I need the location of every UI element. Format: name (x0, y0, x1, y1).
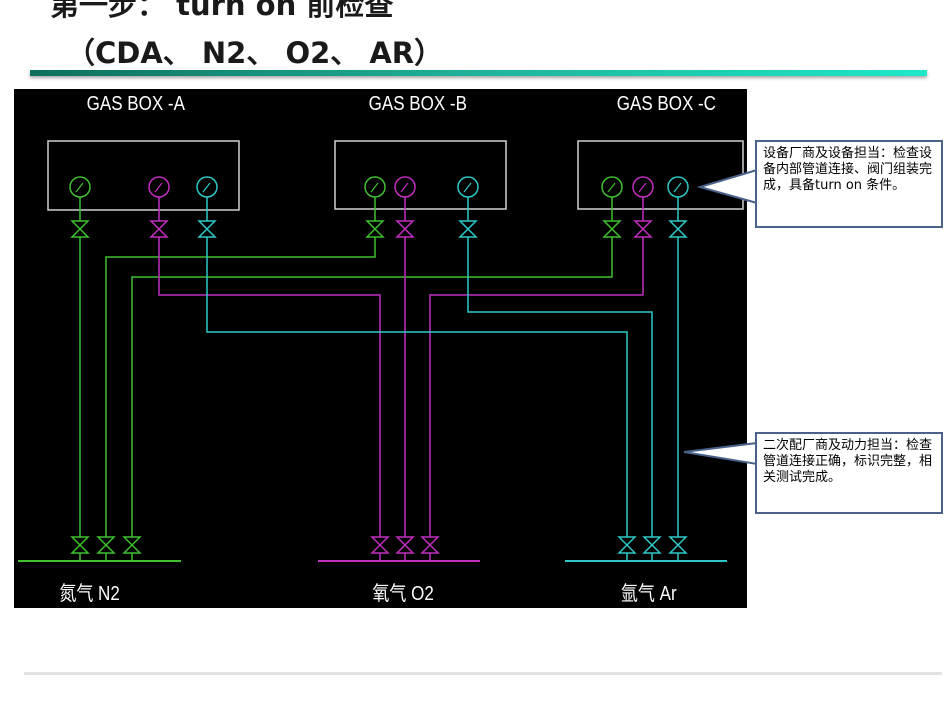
ar-supply-label: 氩气 Ar (620, 583, 677, 605)
valve-icon (668, 220, 688, 238)
callout-equipment-vendor: 设备厂商及设备担当：检查设备内部管道连接、阀门组装完成，具备turn on 条件… (755, 140, 943, 228)
slide-title-line1: 第一步： turn on 前检查 (50, 0, 394, 22)
valve-icon (365, 220, 385, 238)
gas-box-c-label: GAS BOX -C (616, 93, 716, 115)
valve-icon (395, 220, 415, 238)
gauge-needle (400, 182, 409, 193)
valve-icon (70, 220, 90, 238)
footer-divider (24, 672, 942, 675)
valve-icon (197, 220, 217, 238)
valve-icon (149, 220, 169, 238)
callout-secondary-vendor: 二次配厂商及动力担当：检查管道连接正确，标识完整，相关测试完成。 (755, 432, 943, 514)
o2-pipe (158, 197, 381, 561)
valve-icon (633, 220, 653, 238)
gas-box-a (47, 140, 240, 211)
valve-icon (395, 536, 415, 554)
valve-icon (70, 536, 90, 554)
valve-icon (602, 220, 622, 238)
gauge-needle (75, 182, 84, 193)
valve-icon (420, 536, 440, 554)
valve-icon (617, 536, 637, 554)
gas-piping-diagram: GAS BOX -A GAS BOX -B GAS BOX -C 氮气 N2 氧… (14, 89, 747, 608)
n2-supply-label: 氮气 N2 (59, 583, 120, 605)
o2-pipe (429, 197, 644, 561)
ar-pipe (206, 197, 628, 561)
gauge-needle (154, 182, 163, 193)
valve-icon (458, 220, 478, 238)
gauge-needle (202, 182, 211, 193)
gauge-needle (673, 182, 682, 193)
valve-icon (122, 536, 142, 554)
valve-icon (668, 536, 688, 554)
gauge-needle (607, 182, 616, 193)
gas-box-c (577, 140, 744, 210)
gauge-needle (638, 182, 647, 193)
ar-pipe (467, 197, 653, 561)
gas-box-a-label: GAS BOX -A (86, 93, 185, 115)
title-underline-bar (30, 70, 927, 76)
slide-title-line2: （CDA、 N2、 O2、 AR） (66, 36, 444, 70)
gas-box-b (334, 140, 507, 210)
n2-pipe (105, 197, 376, 561)
valve-icon (370, 536, 390, 554)
piping-schematic (18, 140, 744, 562)
valve-icon (642, 536, 662, 554)
gauge-needle (370, 182, 379, 193)
gas-box-b-label: GAS BOX -B (368, 93, 467, 115)
valve-icon (96, 536, 116, 554)
o2-supply-label: 氧气 O2 (372, 583, 434, 605)
n2-pipe (131, 197, 613, 561)
gauge-needle (463, 182, 472, 193)
